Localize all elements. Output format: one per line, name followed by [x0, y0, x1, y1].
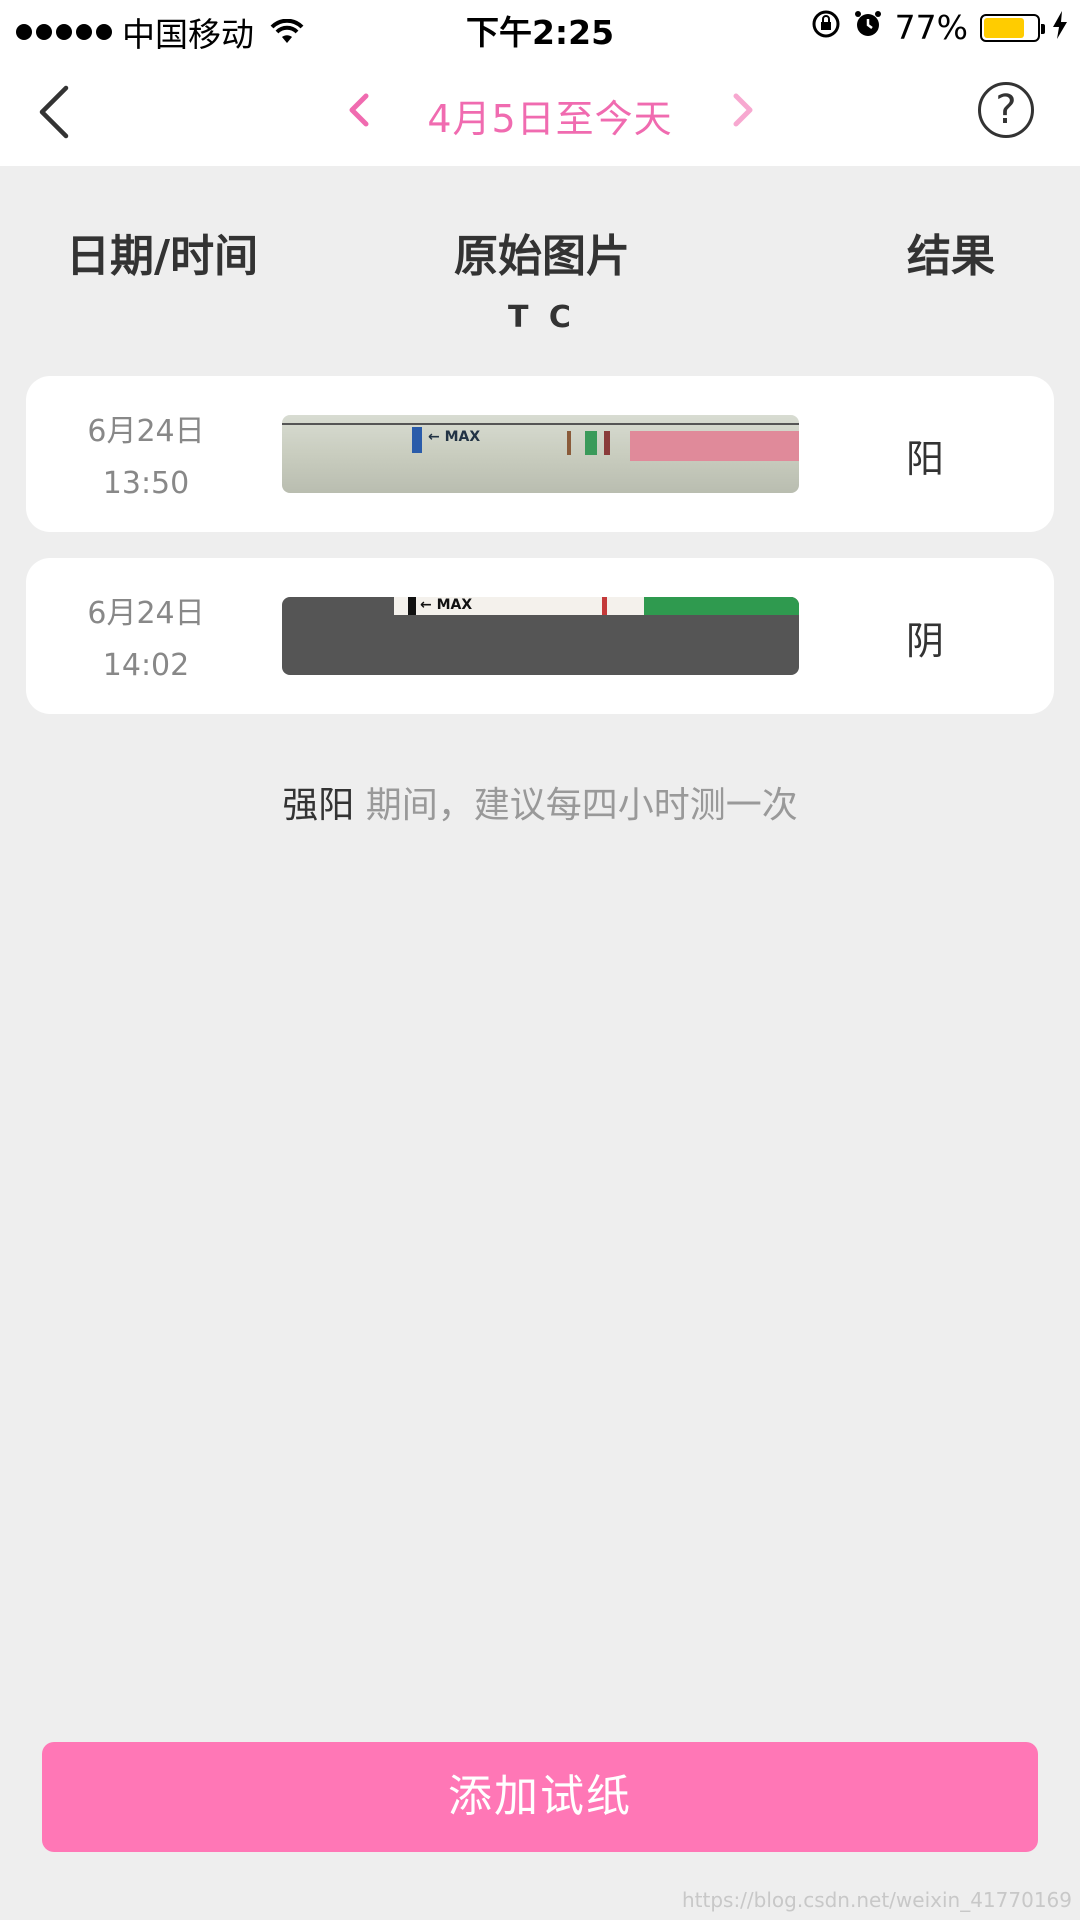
nav-bar: 4月5日至今天 ?: [0, 54, 1080, 166]
back-button[interactable]: [30, 82, 80, 142]
battery-fill: [984, 17, 1025, 38]
header-result: 结果: [907, 231, 995, 282]
rotation-lock-icon: [811, 8, 841, 47]
record-date: 6月24日: [87, 414, 205, 449]
chevron-left-icon: [349, 93, 369, 127]
question-icon: ?: [995, 87, 1017, 133]
record-row[interactable]: 6月24日 14:02 ← MAX 阴: [26, 558, 1054, 714]
watermark: https://blog.csdn.net/weixin_41770169: [681, 1888, 1072, 1912]
table-header: 日期/时间 原始图片 结果: [0, 166, 1080, 286]
chevron-left-icon: [39, 85, 69, 139]
record-datetime: 6月24日 14:02: [46, 588, 246, 692]
header-image: 原始图片: [454, 231, 630, 282]
test-strip-image[interactable]: ← MAX: [282, 415, 799, 493]
add-test-strip-button[interactable]: 添加试纸: [42, 1742, 1038, 1852]
record-datetime: 6月24日 13:50: [46, 406, 246, 510]
test-strip-image[interactable]: ← MAX: [282, 597, 799, 675]
tip-strong: 强阳: [282, 785, 355, 826]
tc-labels: T C: [508, 300, 571, 335]
record-result: 阴: [906, 619, 945, 663]
charging-icon: [1052, 8, 1068, 47]
alarm-icon: [853, 8, 883, 47]
next-period-button[interactable]: [722, 88, 762, 132]
record-time: 14:02: [102, 648, 190, 683]
testing-tip: 强阳 期间，建议每四小时测一次: [0, 776, 1080, 828]
battery-percent: 77%: [894, 8, 968, 47]
strip-label: ← MAX: [428, 429, 481, 445]
help-button[interactable]: ?: [978, 82, 1034, 138]
tip-text: 期间，建议每四小时测一次: [365, 785, 798, 826]
record-time: 13:50: [102, 466, 190, 501]
record-row[interactable]: 6月24日 13:50 ← MAX 阳: [26, 376, 1054, 532]
record-date: 6月24日: [87, 596, 205, 631]
record-result: 阳: [906, 437, 945, 481]
strip-label: ← MAX: [420, 597, 473, 613]
status-right: 77%: [811, 8, 1068, 47]
chevron-right-icon: [733, 93, 753, 127]
battery-icon: [980, 13, 1045, 42]
date-range-title[interactable]: 4月5日至今天: [400, 88, 700, 143]
status-bar: 中国移动 下午2:25 77%: [0, 0, 1080, 54]
header-date: 日期/时间: [66, 231, 259, 282]
prev-period-button[interactable]: [340, 88, 380, 132]
